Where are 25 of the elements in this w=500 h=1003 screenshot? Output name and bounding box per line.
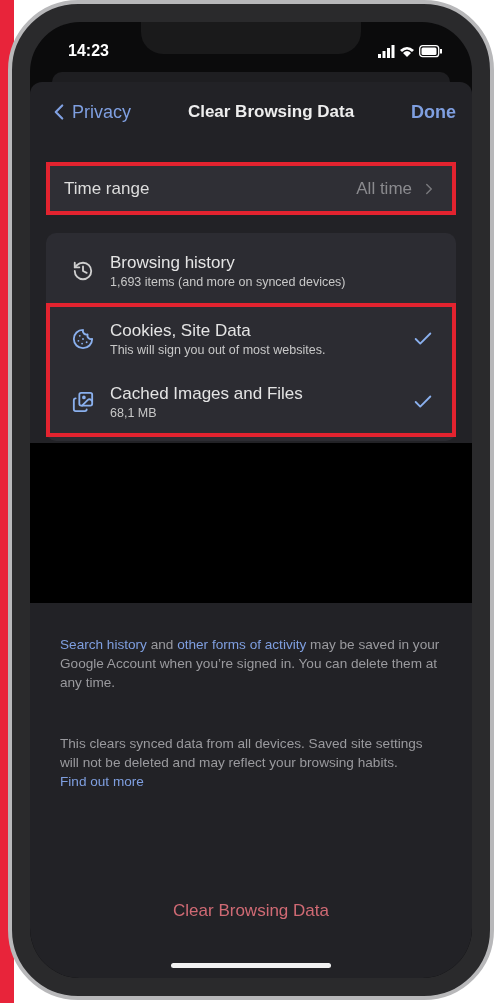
clear-data-button[interactable]: Clear Browsing Data	[163, 895, 339, 927]
time-range-label: Time range	[64, 178, 150, 199]
link[interactable]: other forms of activity	[177, 637, 307, 652]
done-button[interactable]: Done	[411, 101, 456, 123]
cookie-icon	[72, 327, 94, 350]
option-title: Browsing history	[110, 253, 236, 273]
signal-icon	[378, 44, 395, 58]
link[interactable]: Search history	[60, 637, 147, 652]
images-icon	[72, 390, 94, 413]
option-title: Cached Images and Files	[110, 383, 304, 404]
wifi-icon	[400, 45, 414, 57]
back-button[interactable]: Privacy	[46, 99, 131, 125]
status-time: 14:23	[68, 42, 109, 60]
option-subtitle: 68,1 MB	[110, 405, 158, 420]
time-range-row[interactable]: Time range All time	[50, 166, 452, 211]
link[interactable]: Find out more	[60, 774, 144, 789]
info-text: Search history and other forms of activity may be saved in your Google Account when you’re signed in. You can delete them at any time.	[60, 636, 441, 692]
option-subtitle: This will sign you out of most websites.	[110, 342, 327, 357]
battery-icon	[419, 44, 442, 58]
page-title: Clear Browsing Data	[187, 102, 355, 122]
history-icon	[72, 260, 94, 282]
info-text: This clears synced data from all devices. Saved site settings will not be deleted and may reflect your browsing habits. Find out more	[60, 735, 424, 791]
option-subtitle: 1,693 items (and more on synced devices)	[110, 275, 347, 289]
option-title: Cookies, Site Data	[110, 320, 252, 341]
time-range-value: All time	[356, 178, 412, 199]
